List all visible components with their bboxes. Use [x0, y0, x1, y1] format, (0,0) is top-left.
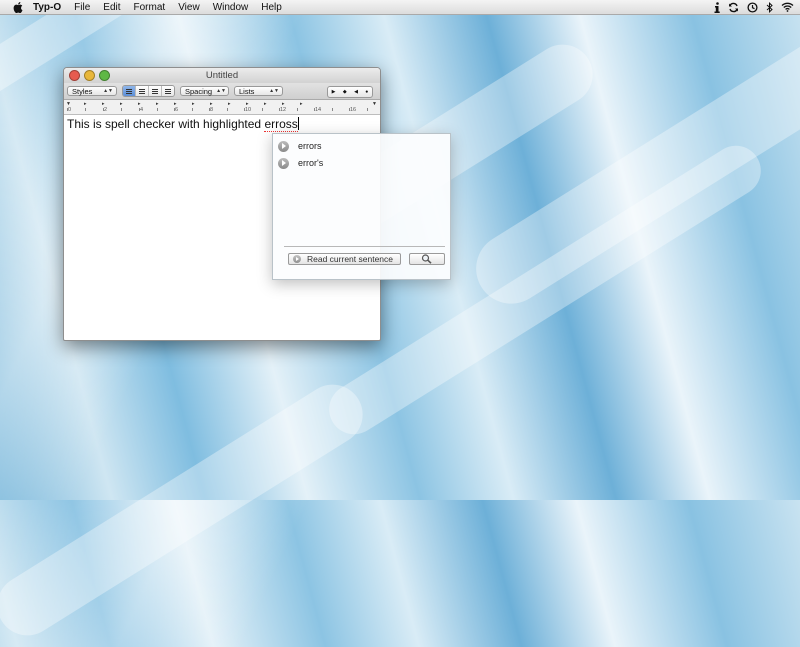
alignment-control: [122, 85, 175, 97]
clock-icon[interactable]: [747, 1, 758, 13]
text-editor[interactable]: This is spell checker with highlighted e…: [64, 115, 380, 133]
suggestion-label[interactable]: errors: [298, 141, 322, 151]
ruler-tick: [139, 108, 140, 111]
menu-app-name[interactable]: Typ-O: [33, 2, 61, 13]
ruler-number: 14: [315, 107, 322, 113]
right-tab-icon[interactable]: ◀: [354, 89, 358, 95]
play-icon[interactable]: [278, 140, 289, 152]
ruler-number: 6: [175, 107, 179, 113]
align-justify-icon: [152, 88, 158, 94]
ruler-tick: [174, 108, 175, 111]
read-current-sentence-button[interactable]: Read current sentence: [288, 253, 401, 265]
lists-popup[interactable]: Lists ▲▼: [234, 86, 283, 96]
align-justify-button[interactable]: [149, 86, 162, 96]
suggestion-item[interactable]: errors: [278, 140, 322, 152]
align-left-icon: [126, 88, 132, 94]
divider: [284, 246, 445, 247]
spacing-label: Spacing: [185, 86, 213, 96]
align-right-button[interactable]: [162, 86, 174, 96]
misspelled-word[interactable]: erross: [264, 117, 298, 132]
ruler-tick: [279, 108, 280, 111]
ruler-tick: [121, 108, 122, 111]
align-right-icon: [165, 88, 171, 94]
menu-window[interactable]: Window: [213, 2, 249, 13]
zoom-window-button[interactable]: [99, 70, 110, 81]
ruler-tick: [67, 108, 68, 111]
ruler-number: 0: [68, 107, 72, 113]
ruler-tick: [157, 108, 158, 111]
ruler-number: 16: [350, 107, 357, 113]
right-margin-marker-icon[interactable]: ▼: [372, 101, 377, 107]
sync-icon[interactable]: [728, 2, 739, 13]
ruler-tick: [349, 108, 350, 111]
minimize-window-button[interactable]: [84, 70, 95, 81]
align-center-icon: [139, 88, 145, 94]
lists-label: Lists: [239, 86, 255, 96]
ruler-tick: [103, 108, 104, 111]
ruler-tick: [192, 108, 193, 111]
ruler-tick: [332, 108, 333, 111]
read-button-label: Read current sentence: [307, 254, 393, 264]
menu-edit[interactable]: Edit: [103, 2, 120, 13]
format-toolbar: Styles ▲▼ Spacing ▲▼ Lists ▲▼ ▶ ◆ ◀ ●: [64, 83, 380, 100]
ruler-number: 4: [140, 107, 144, 113]
close-window-button[interactable]: [69, 70, 80, 81]
ruler-number: 2: [104, 107, 108, 113]
tab-stop-icon[interactable]: ▸: [156, 101, 159, 107]
menu-file[interactable]: File: [74, 2, 90, 13]
tab-stop-icon[interactable]: ▸: [120, 101, 123, 107]
menu-bar: Typ-O File Edit Format View Window Help: [0, 0, 800, 15]
spacing-popup[interactable]: Spacing ▲▼: [180, 86, 229, 96]
menu-format[interactable]: Format: [134, 2, 166, 13]
popup-arrows-icon: ▲▼: [103, 88, 113, 94]
suggestion-item[interactable]: error's: [278, 157, 323, 169]
align-left-button[interactable]: [123, 86, 136, 96]
text-caret: [297, 117, 299, 130]
ruler-tick: [297, 108, 298, 111]
ruler-tick: [85, 108, 86, 111]
document-text: This is spell checker with highlighted: [67, 117, 265, 131]
ruler[interactable]: ▼ ▸ ▸ ▸ ▸ ▸ ▸ ▸ ▸ ▸ ▸ ▸ ▸ ▸ ▼ 0 2 4 6 8 …: [64, 100, 380, 115]
popup-arrows-icon: ▲▼: [216, 88, 227, 94]
menu-help[interactable]: Help: [261, 2, 282, 13]
center-tab-icon[interactable]: ◆: [343, 89, 347, 95]
ruler-tick: [209, 108, 210, 111]
decimal-tab-icon[interactable]: ●: [365, 89, 368, 95]
tab-stops-control[interactable]: ▶ ◆ ◀ ●: [327, 86, 373, 98]
tab-stop-icon[interactable]: ▸: [228, 101, 231, 107]
ruler-number: 12: [280, 107, 287, 113]
menu-view[interactable]: View: [178, 2, 200, 13]
tab-stop-icon[interactable]: ▸: [84, 101, 87, 107]
popup-arrows-icon: ▲▼: [269, 88, 279, 94]
info-icon[interactable]: [714, 1, 720, 13]
styles-label: Styles: [72, 86, 93, 96]
align-center-button[interactable]: [136, 86, 149, 96]
left-tab-icon[interactable]: ▶: [332, 89, 336, 95]
ruler-number: 8: [210, 107, 214, 113]
tab-stop-icon[interactable]: ▸: [300, 101, 303, 107]
suggestion-label[interactable]: error's: [298, 158, 323, 168]
ruler-tick: [244, 108, 245, 111]
status-area: [714, 0, 794, 14]
title-bar[interactable]: Untitled: [64, 68, 380, 83]
wifi-icon[interactable]: [781, 2, 794, 12]
play-icon[interactable]: [278, 157, 289, 169]
ruler-tick: [227, 108, 228, 111]
spelling-suggestions-panel: errors error's Read current sentence: [272, 133, 451, 280]
styles-popup[interactable]: Styles ▲▼: [67, 86, 117, 96]
window-title: Untitled: [205, 70, 239, 81]
magnify-button[interactable]: [409, 253, 445, 265]
tab-stop-icon[interactable]: ▸: [192, 101, 195, 107]
play-icon: [293, 255, 301, 263]
bluetooth-icon[interactable]: [766, 1, 773, 13]
tab-stop-icon[interactable]: ▸: [264, 101, 267, 107]
magnifier-icon: [421, 254, 432, 264]
ruler-tick: [262, 108, 263, 111]
apple-icon[interactable]: [11, 1, 25, 13]
ruler-number: 10: [245, 107, 252, 113]
ruler-tick: [314, 108, 315, 111]
ruler-tick: [367, 108, 368, 111]
